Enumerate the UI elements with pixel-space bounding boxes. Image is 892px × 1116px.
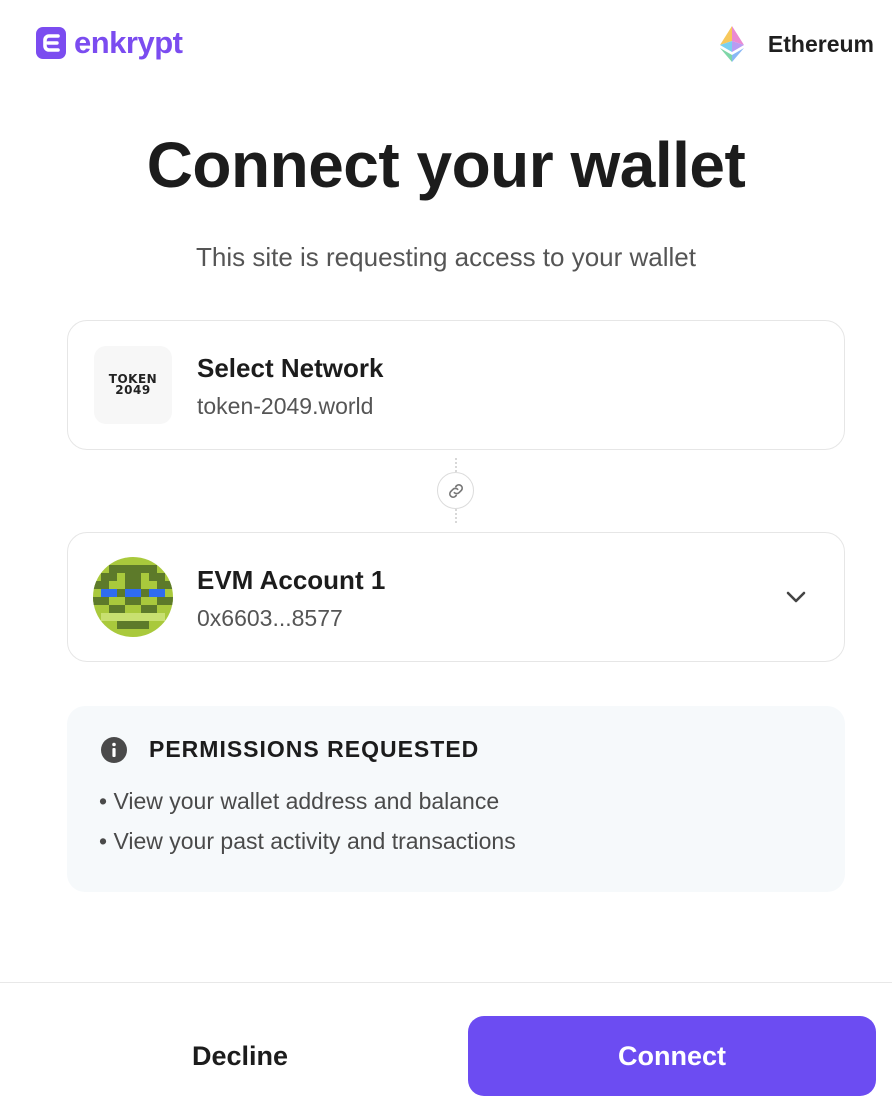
site-logo-text-bottom: 2049 [115, 383, 151, 397]
info-icon [101, 736, 127, 763]
enkrypt-logo-icon [36, 27, 66, 59]
permissions-title: PERMISSIONS REQUESTED [149, 736, 480, 762]
site-title: Select Network [197, 353, 384, 383]
chevron-down-icon[interactable] [784, 585, 808, 609]
footer-divider [0, 982, 892, 983]
permission-item: • View your past activity and transactio… [99, 828, 516, 854]
site-domain: token-2049.world [197, 393, 374, 419]
link-icon [448, 483, 463, 498]
connect-button[interactable]: Connect [468, 1016, 876, 1096]
permissions-header: PERMISSIONS REQUESTED [101, 736, 479, 763]
account-avatar [93, 557, 173, 637]
connector-line-top [455, 458, 457, 472]
site-card: TOKEN 2049 Select Network token-2049.wor… [67, 320, 845, 450]
connector-line-bottom [455, 509, 457, 523]
network-name: Ethereum [767, 30, 874, 57]
identicon-avatar-icon [93, 557, 173, 637]
brand-name: enkrypt [74, 25, 183, 60]
account-selector[interactable]: EVM Account 1 0x6603...8577 [67, 532, 845, 662]
connector-link [437, 472, 474, 509]
account-name: EVM Account 1 [197, 565, 386, 595]
account-address: 0x6603...8577 [197, 605, 343, 631]
brand: enkrypt [36, 25, 183, 60]
network-selector[interactable]: Ethereum [712, 24, 874, 64]
ethereum-icon [719, 26, 744, 62]
permissions-panel: PERMISSIONS REQUESTED • View your wallet… [67, 706, 845, 892]
site-logo: TOKEN 2049 [94, 346, 172, 424]
page-title: Connect your wallet [146, 129, 746, 201]
header: enkrypt Ethereum [0, 0, 892, 90]
page-subtitle: This site is requesting access to your w… [196, 242, 696, 272]
decline-button[interactable]: Decline [102, 1018, 378, 1094]
permission-item: • View your wallet address and balance [99, 788, 500, 814]
